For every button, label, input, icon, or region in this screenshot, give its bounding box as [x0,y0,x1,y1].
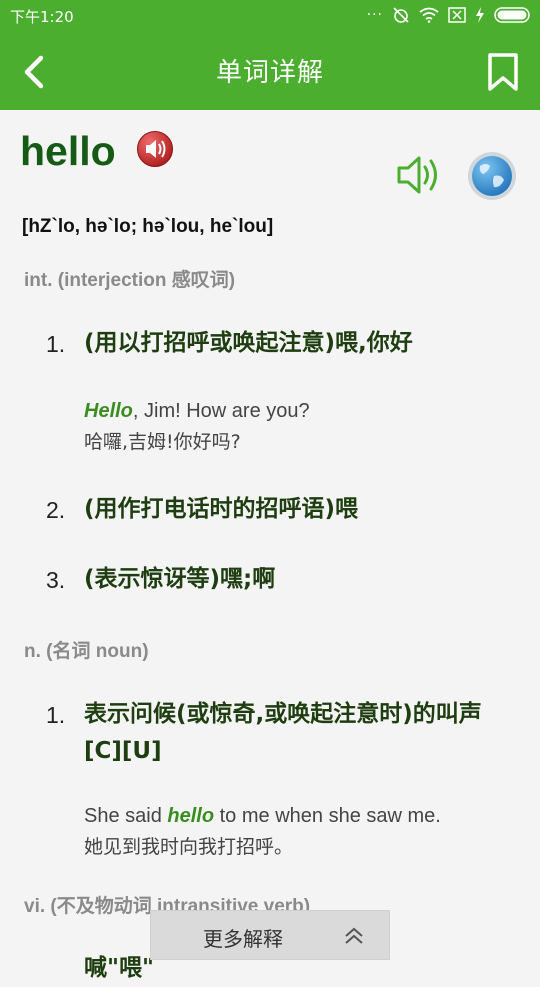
example-highlight: Hello [84,400,133,422]
sense-number: 1. [46,702,66,728]
example-text: She said [84,805,168,827]
example-translation: 她见到我时向我打招呼。 [84,836,294,858]
example-text: , Jim! How are you? [132,400,310,422]
example-sentence: She said hello to me when she saw me. [84,801,524,831]
part-of-speech-label: n. (名词 noun) [24,641,149,662]
more-explanations-button[interactable]: 更多解释 [150,910,390,960]
part-of-speech-label: int. (interjection 感叹词) [24,270,236,291]
headword: hello [20,128,116,174]
more-dots-icon: ··· [366,7,383,23]
charging-icon [476,7,484,23]
sense-number: 2. [46,497,66,523]
phonetic: [hZ`lo, hə`lo; hə`lou, he`lou] [22,216,274,237]
status-bar: 下午1:20 ··· [0,0,540,30]
example-text: to me when she saw me. [214,805,441,827]
alarm-off-icon [393,7,409,23]
app-bar: 单词详解 [0,30,540,110]
bookmark-icon[interactable] [486,52,520,92]
globe-icon[interactable] [466,150,518,202]
sense-definition: (表示惊讶等)嘿;啊 [84,566,276,592]
sense-number: 3. [46,567,66,593]
example-sentence: Hello, Jim! How are you? [84,396,524,426]
status-time: 下午1:20 [10,8,74,26]
battery-icon [494,7,530,23]
double-chevron-up-icon [345,927,363,944]
wifi-icon [419,7,439,23]
page-title: 单词详解 [215,58,324,88]
sense-definition: 表示问候(或惊奇,或唤起注意时)的叫声[C][U] [84,701,482,764]
sim-off-icon [448,7,466,23]
example-translation: 哈囉,吉姆!你好吗? [84,431,241,453]
green-speaker-icon[interactable] [394,150,446,200]
more-explanations-label: 更多解释 [203,927,283,951]
example-highlight: hello [167,805,215,827]
red-speaker-icon[interactable] [136,130,174,168]
sense-number: 1. [46,331,66,357]
status-icons: ··· [367,5,532,25]
sense-definition: (用以打招呼或唤起注意)喂,你好 [84,330,413,356]
sense-definition: (用作打电话时的招呼语)喂 [84,496,359,522]
